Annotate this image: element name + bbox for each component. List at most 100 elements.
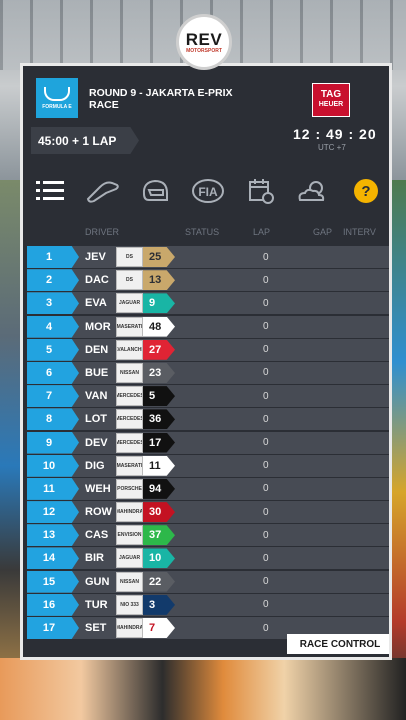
table-row[interactable]: 1 JEV DS 25 0	[27, 246, 389, 268]
driver-code: VAN	[85, 390, 108, 403]
column-header-driver[interactable]: DRIVER	[85, 227, 119, 237]
car-number-badge: 17	[143, 432, 175, 453]
position-badge: 11	[27, 477, 79, 500]
driver-code: DEV	[85, 436, 108, 449]
team-logo: NIO 333	[116, 594, 143, 615]
table-row[interactable]: 9 DEV MERCEDES 17 0	[27, 431, 389, 454]
lap-count: 0	[263, 413, 269, 425]
lap-count: 0	[263, 529, 269, 541]
position-badge: 16	[27, 593, 79, 616]
view-icon-bar: FIA ?	[33, 173, 383, 209]
table-row[interactable]: 7 VAN MERCEDES 5 0	[27, 385, 389, 408]
team-logo: MERCEDES	[116, 386, 143, 407]
lap-count: 0	[263, 390, 269, 402]
table-row[interactable]: 12 ROW MAHINDRA 30 0	[27, 501, 389, 524]
position-badge: 9	[27, 431, 79, 454]
formula-e-mark-icon	[44, 86, 70, 101]
table-row[interactable]: 4 MOR MASERATI 48 0	[27, 315, 389, 338]
tag-heuer-logo-line2: HEUER	[318, 101, 344, 108]
column-header-interval[interactable]: INTERV	[343, 227, 376, 237]
team-logo: MAHINDRA	[116, 502, 143, 523]
position-badge: 1	[27, 246, 79, 268]
position-badge: 5	[27, 338, 79, 361]
lap-count: 0	[263, 576, 269, 588]
driver-code: DAC	[85, 274, 109, 287]
lap-count: 0	[263, 622, 269, 634]
help-icon-label: ?	[361, 183, 370, 200]
driver-code: BUE	[85, 366, 109, 379]
position-badge: 3	[27, 292, 79, 315]
car-number-badge: 10	[143, 548, 175, 569]
team-logo: MERCEDES	[116, 432, 143, 453]
car-number-badge: 27	[143, 339, 175, 360]
position-badge: 2	[27, 269, 79, 292]
table-row[interactable]: 8 LOT MERCEDES 36 0	[27, 408, 389, 431]
lap-count: 0	[263, 367, 269, 379]
team-logo: JAGUAR	[116, 293, 143, 314]
table-row[interactable]: 6 BUE NISSAN 23 0	[27, 361, 389, 384]
tag-heuer-logo: TAG HEUER	[312, 83, 350, 117]
table-row[interactable]: 10 DIG MASERATI 11 0	[27, 454, 389, 477]
race-duration: 45:00 + 1 LAP	[31, 127, 139, 154]
formula-e-logo: FORMULA E	[36, 78, 78, 118]
table-row[interactable]: 2 DAC DS 13 0	[27, 269, 389, 292]
timing-panel: FORMULA E ROUND 9 - JAKARTA E-PRIX RACE …	[20, 63, 392, 660]
team-logo: MASERATI	[116, 316, 143, 337]
driver-code: EVA	[85, 297, 107, 310]
car-number-badge: 9	[143, 293, 175, 314]
position-badge: 4	[27, 315, 79, 338]
driver-code: JEV	[85, 251, 106, 263]
lap-count: 0	[263, 251, 269, 263]
car-number-badge: 48	[143, 316, 175, 337]
driver-code: DEN	[85, 343, 109, 356]
team-logo: NISSAN	[116, 362, 143, 383]
lap-count: 0	[263, 297, 269, 309]
position-badge: 8	[27, 408, 79, 431]
column-header-gap[interactable]: GAP	[313, 227, 332, 237]
table-row[interactable]: 15 GUN NISSAN 22 0	[27, 570, 389, 593]
table-row[interactable]: 11 WEH PORSCHE 94 0	[27, 477, 389, 500]
track-icon[interactable]	[86, 174, 120, 208]
column-header-status[interactable]: STATUS	[185, 227, 219, 237]
lap-count: 0	[263, 344, 269, 356]
team-logo: DS	[116, 270, 143, 291]
position-badge: 10	[27, 454, 79, 477]
tag-heuer-logo-line1: TAG	[320, 89, 342, 100]
position-badge: 17	[27, 617, 79, 639]
car-number-badge: 5	[143, 386, 175, 407]
car-number-badge: 13	[143, 270, 175, 291]
background-left	[0, 180, 22, 700]
weather-icon[interactable]	[296, 174, 330, 208]
race-control-tab[interactable]: RACE CONTROL	[287, 634, 389, 654]
table-row[interactable]: 14 BIR JAGUAR 10 0	[27, 547, 389, 570]
lap-count: 0	[263, 483, 269, 495]
table-row[interactable]: 5 DEN AVALANCHE27 0	[27, 338, 389, 361]
lap-count: 0	[263, 552, 269, 564]
car-number-badge: 94	[143, 478, 175, 499]
standings-table: 1 JEV DS 25 0 2 DAC DS 13 0 3 EVA JAGUAR 9 0 4 MOR MASERA…	[27, 246, 389, 640]
list-icon[interactable]	[33, 174, 67, 208]
formula-e-logo-text: FORMULA E	[42, 103, 72, 110]
fia-icon-label: FIA	[198, 185, 218, 199]
table-row[interactable]: 13 CAS ENVISION 37 0	[27, 524, 389, 547]
team-logo: MERCEDES	[116, 409, 143, 430]
fia-icon[interactable]: FIA	[191, 174, 225, 208]
car-number-badge: 11	[143, 455, 175, 476]
table-row[interactable]: 3 EVA JAGUAR 9 0	[27, 292, 389, 315]
helmet-icon[interactable]	[138, 174, 172, 208]
lap-count: 0	[263, 437, 269, 448]
round-line: ROUND 9 - JAKARTA E-PRIX	[89, 87, 233, 99]
car-number-badge: 3	[143, 594, 175, 615]
driver-code: DIG	[85, 459, 105, 472]
driver-code: GUN	[85, 575, 110, 588]
lap-count: 0	[263, 506, 269, 518]
rev-logo-text: REV	[185, 29, 223, 49]
driver-code: MOR	[85, 320, 111, 333]
car-number-badge: 23	[143, 362, 175, 383]
help-icon[interactable]: ?	[349, 174, 383, 208]
driver-code: BIR	[85, 552, 104, 565]
calendar-icon[interactable]	[244, 174, 278, 208]
round-title: ROUND 9 - JAKARTA E-PRIX RACE	[89, 87, 233, 111]
column-header-lap[interactable]: LAP	[253, 227, 270, 237]
table-row[interactable]: 16 TUR NIO 333 3 0	[27, 593, 389, 616]
